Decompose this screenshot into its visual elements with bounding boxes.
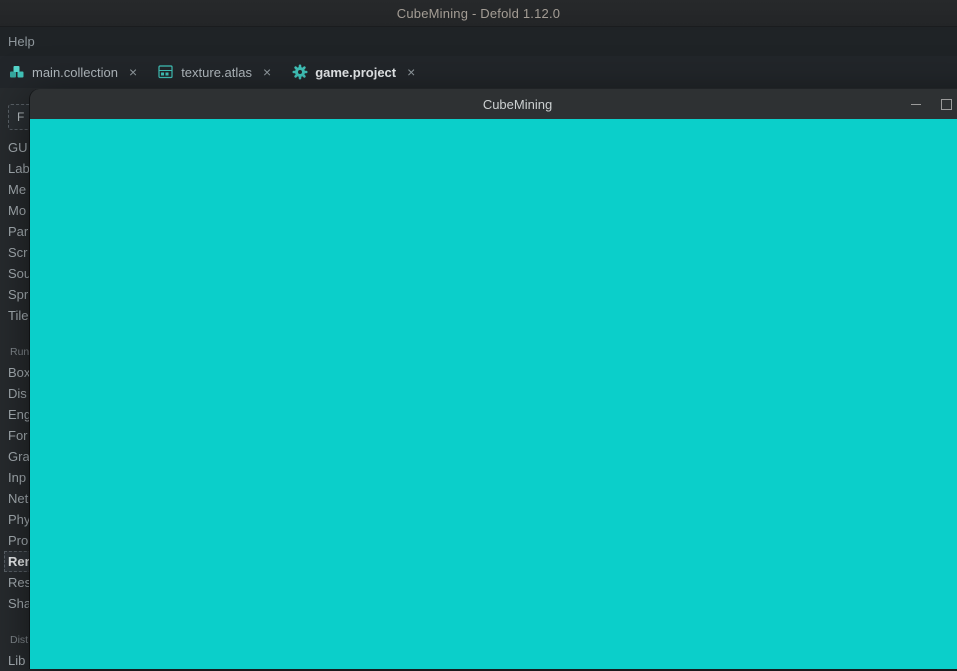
maximize-icon [940,98,952,110]
game-window: CubeMining [30,89,957,669]
tab-main-collection[interactable]: main.collection × [0,56,149,88]
minimize-button[interactable] [903,89,929,119]
atlas-icon [158,65,174,79]
close-icon[interactable]: × [263,65,271,79]
tab-label: game.project [315,64,397,80]
gear-icon [292,64,308,80]
game-window-titlebar[interactable]: CubeMining [30,89,957,119]
window-title: CubeMining - Defold 1.12.0 [396,5,561,21]
tab-label: texture.atlas [181,64,253,80]
system-titlebar: CubeMining - Defold 1.12.0 [0,0,957,27]
tab-label: main.collection [32,64,118,80]
close-icon[interactable]: × [129,65,137,79]
collection-icon [9,65,25,79]
menu-help[interactable]: Help [0,27,43,56]
game-viewport[interactable] [30,119,957,669]
game-window-title: CubeMining [482,96,553,112]
minimize-icon [911,103,921,105]
maximize-button[interactable] [933,89,957,119]
tab-texture-atlas[interactable]: texture.atlas × [149,56,283,88]
menu-bar: Help [0,27,957,56]
tab-game-project[interactable]: game.project × [283,56,427,88]
close-icon[interactable]: × [407,65,415,79]
editor-tab-bar: main.collection × texture.atlas × game.p… [0,56,957,88]
